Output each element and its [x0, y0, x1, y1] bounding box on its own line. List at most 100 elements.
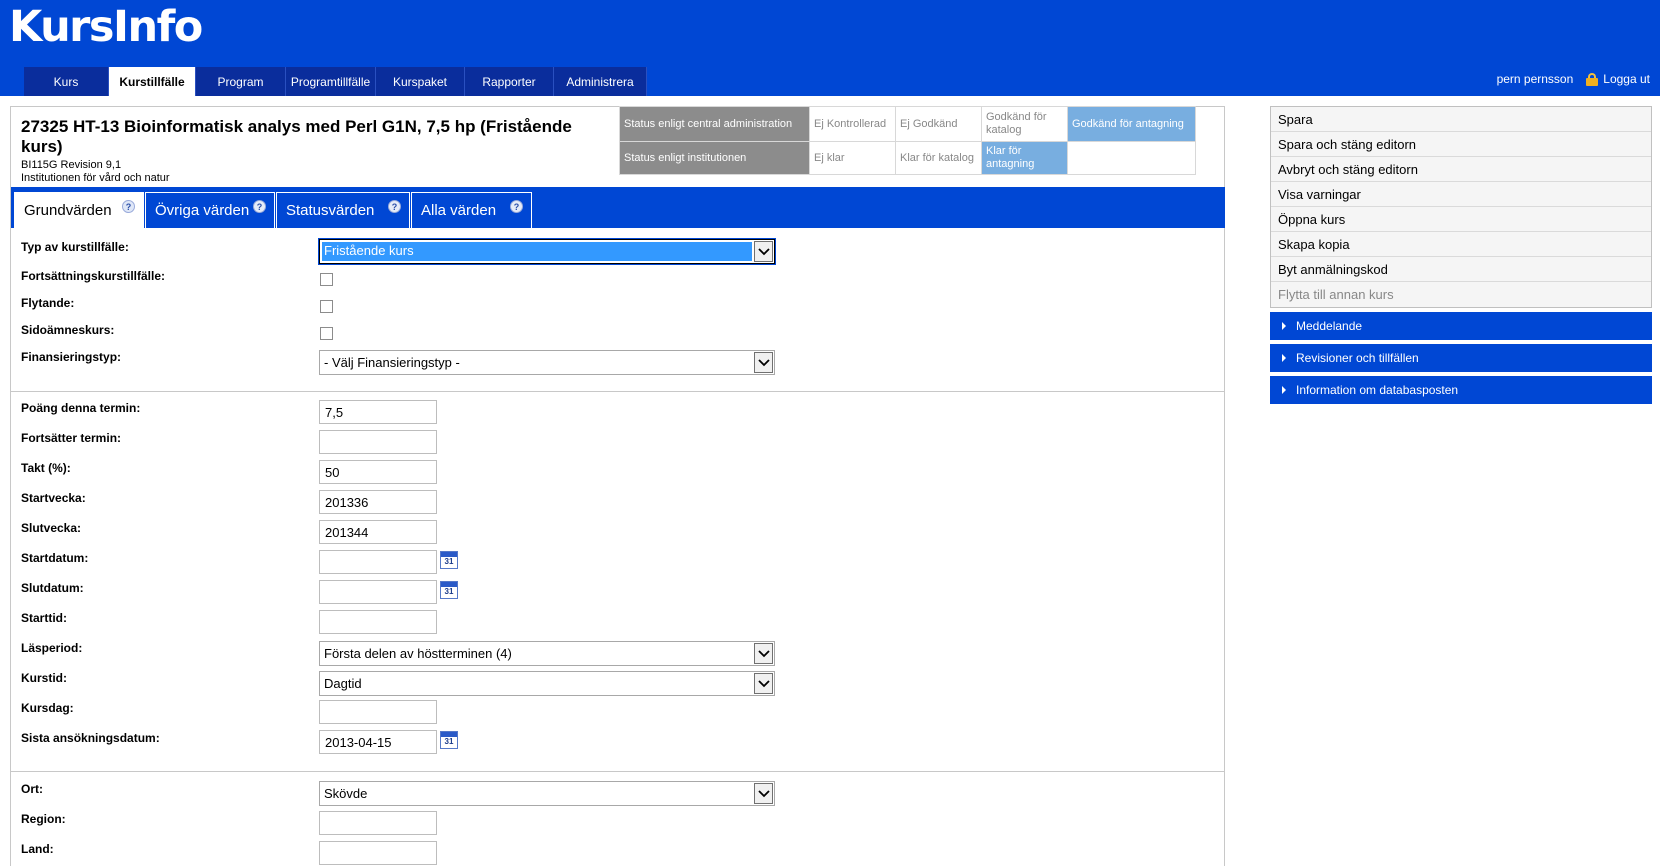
panel-label: Information om databasposten	[1296, 383, 1459, 397]
lock-icon	[1585, 72, 1599, 86]
field-label: Typ av kurstillfälle:	[21, 240, 129, 254]
tab-label: Statusvärden	[286, 202, 375, 219]
tab-label: Grundvärden	[24, 202, 112, 219]
course-department: Institutionen för vård och natur	[21, 172, 170, 184]
user-area: pern pernsson Logga ut	[1497, 72, 1650, 86]
field-label: Finansieringstyp:	[21, 350, 122, 364]
field-label: Region:	[21, 812, 66, 826]
status-central-label: Status enligt central administration	[619, 106, 810, 142]
nav-kurspaket[interactable]: Kurspaket	[376, 67, 465, 96]
calendar-icon[interactable]: 31	[440, 731, 458, 749]
calendar-day: 31	[444, 587, 454, 596]
field-label: Startvecka:	[21, 491, 86, 505]
field-label: Kurstid:	[21, 671, 67, 685]
panel-revisioner[interactable]: Revisioner och tillfällen	[1270, 344, 1652, 372]
status-empty-cell	[1067, 141, 1196, 175]
startdatum-input[interactable]	[319, 550, 437, 574]
panel-label: Revisioner och tillfällen	[1296, 351, 1419, 365]
flytande-checkbox[interactable]	[320, 300, 333, 313]
tab-grundvarden[interactable]: Grundvärden ?	[14, 192, 144, 228]
calendar-icon[interactable]: 31	[440, 551, 458, 569]
nav-programtillfalle[interactable]: Programtillfälle	[286, 67, 376, 96]
action-spara-och-stang[interactable]: Spara och stäng editorn	[1271, 132, 1651, 157]
kursdag-input[interactable]	[319, 700, 437, 724]
select-value: Dagtid	[324, 676, 362, 691]
nav-kurs[interactable]: Kurs	[24, 67, 109, 96]
help-icon[interactable]: ?	[122, 200, 135, 213]
tab-label: Alla värden	[421, 202, 497, 219]
slutvecka-input[interactable]: 201344	[319, 520, 437, 544]
calendar-day: 31	[444, 737, 454, 746]
chevron-down-icon[interactable]	[754, 241, 773, 262]
tab-label: Övriga värden	[155, 202, 250, 219]
status-ej-godkand: Ej Godkänd	[895, 106, 982, 142]
help-icon[interactable]: ?	[253, 200, 266, 213]
section-divider	[11, 771, 1225, 772]
panel-information[interactable]: Information om databasposten	[1270, 376, 1652, 404]
field-label: Land:	[21, 842, 54, 856]
status-klar-antagning: Klar för antagning	[981, 141, 1068, 175]
user-name: pern pernsson	[1496, 72, 1574, 86]
field-label: Slutdatum:	[21, 581, 84, 595]
fortsattning-checkbox[interactable]	[320, 273, 333, 286]
top-navigation: Kurs Kurstillfälle Program Programtillfä…	[24, 67, 647, 96]
sista-input[interactable]: 2013-04-15	[319, 730, 437, 754]
field-label: Fortsätter termin:	[21, 431, 122, 445]
nav-administrera[interactable]: Administrera	[554, 67, 647, 96]
field-label: Slutvecka:	[21, 521, 82, 535]
chevron-down-icon[interactable]	[754, 673, 773, 694]
field-label: Takt (%):	[21, 461, 71, 475]
status-klar-katalog: Klar för katalog	[895, 141, 982, 175]
ort-select[interactable]: Skövde	[319, 781, 775, 806]
caret-right-icon	[1282, 386, 1286, 394]
action-spara[interactable]: Spara	[1271, 107, 1651, 132]
panel-label: Meddelande	[1296, 319, 1363, 333]
chevron-down-icon[interactable]	[754, 352, 773, 373]
startvecka-input[interactable]: 201336	[319, 490, 437, 514]
section-divider	[11, 391, 1225, 392]
takt-input[interactable]: 50	[319, 460, 437, 484]
status-institution-label: Status enligt institutionen	[619, 141, 810, 175]
action-oppna-kurs[interactable]: Öppna kurs	[1271, 207, 1651, 232]
field-label: Startdatum:	[21, 551, 89, 565]
lasperiod-select[interactable]: Första delen av höstterminen (4)	[319, 641, 775, 666]
action-avbryt-och-stang[interactable]: Avbryt och stäng editorn	[1271, 157, 1651, 182]
calendar-icon[interactable]: 31	[440, 581, 458, 599]
caret-right-icon	[1282, 354, 1286, 362]
field-label: Starttid:	[21, 611, 67, 625]
tab-ovriga-varden[interactable]: Övriga värden ?	[145, 192, 275, 228]
fortsatter-input[interactable]	[319, 430, 437, 454]
slutdatum-input[interactable]	[319, 580, 437, 604]
action-skapa-kopia[interactable]: Skapa kopia	[1271, 232, 1651, 257]
kurstid-select[interactable]: Dagtid	[319, 671, 775, 696]
poang-input[interactable]: 7,5	[319, 400, 437, 424]
panel-meddelande[interactable]: Meddelande	[1270, 312, 1652, 340]
course-title: 27325 HT-13 Bioinformatisk analys med Pe…	[21, 117, 572, 156]
action-byt-anmalningskod[interactable]: Byt anmälningskod	[1271, 257, 1651, 282]
nav-kurstillfalle[interactable]: Kurstillfälle	[109, 67, 196, 96]
app-header: KursInfo Kurs Kurstillfälle Program Prog…	[0, 0, 1660, 96]
help-icon[interactable]: ?	[388, 200, 401, 213]
field-label: Sidoämneskurs:	[21, 323, 115, 337]
chevron-down-icon[interactable]	[754, 643, 773, 664]
app-logo[interactable]: KursInfo	[9, 2, 203, 52]
side-panel: Spara Spara och stäng editorn Avbryt och…	[1270, 106, 1652, 404]
calendar-day: 31	[444, 557, 454, 566]
tab-bar: Grundvärden ? Övriga värden ? Statusvärd…	[11, 187, 1225, 228]
help-icon[interactable]: ?	[510, 200, 523, 213]
nav-rapporter[interactable]: Rapporter	[465, 67, 554, 96]
tab-alla-varden[interactable]: Alla värden ?	[411, 192, 532, 228]
region-input[interactable]	[319, 811, 437, 835]
chevron-down-icon[interactable]	[754, 783, 773, 804]
land-input[interactable]	[319, 841, 437, 865]
typ-select[interactable]: Fristående kurs	[318, 238, 776, 265]
select-value: - Välj Finansieringstyp -	[324, 355, 460, 370]
starttid-input[interactable]	[319, 610, 437, 634]
sidoamne-checkbox[interactable]	[320, 327, 333, 340]
tab-statusvarden[interactable]: Statusvärden ?	[276, 192, 410, 228]
action-visa-varningar[interactable]: Visa varningar	[1271, 182, 1651, 207]
nav-program[interactable]: Program	[196, 67, 286, 96]
finansiering-select[interactable]: - Välj Finansieringstyp -	[319, 350, 775, 375]
logout-link[interactable]: Logga ut	[1603, 72, 1650, 86]
action-flytta-till-annan-kurs: Flytta till annan kurs	[1271, 282, 1651, 307]
